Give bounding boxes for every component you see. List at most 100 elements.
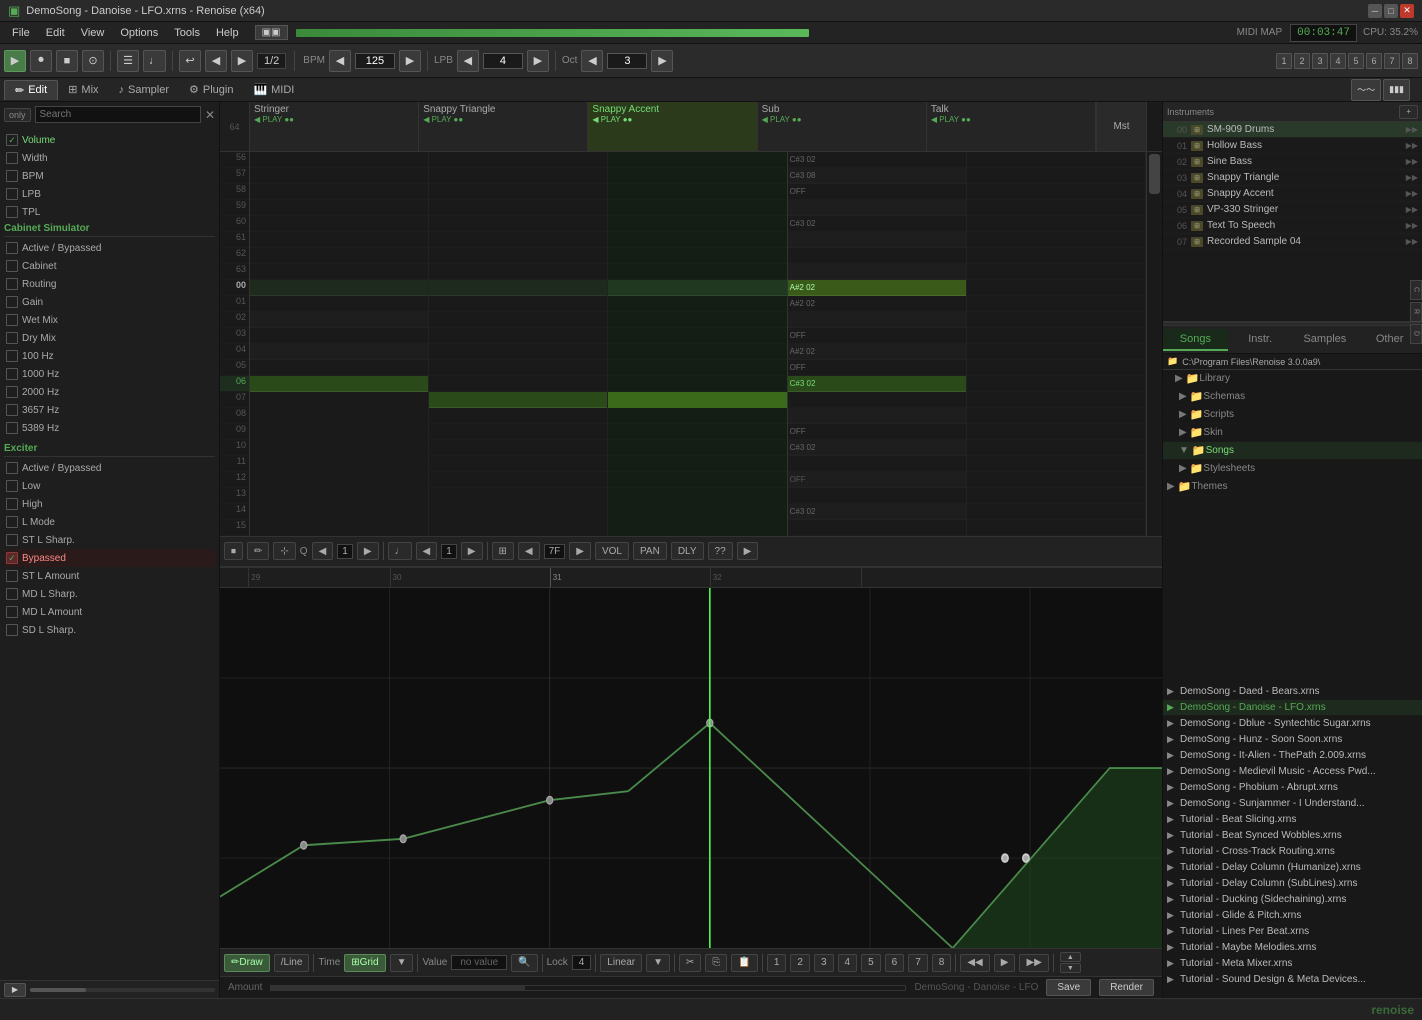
- sub-row-62[interactable]: [788, 248, 966, 264]
- instr-item-06[interactable]: 06 ⊞ Text To Speech ▶▶: [1163, 218, 1422, 234]
- ch-snappy-accent[interactable]: Snappy Accent ◀ PLAY ●●: [588, 102, 757, 151]
- song-dblue[interactable]: ▶ DemoSong - Dblue - Syntechtic Sugar.xr…: [1163, 716, 1422, 732]
- maximize-button[interactable]: □: [1384, 4, 1398, 18]
- menu-edit[interactable]: Edit: [38, 25, 73, 41]
- stringer-row-03[interactable]: [250, 328, 428, 344]
- lpb-down-button[interactable]: ◀: [457, 50, 479, 72]
- st-l-sharp-checkbox[interactable]: [6, 534, 18, 546]
- tab-plugin[interactable]: ⚙ Plugin: [179, 80, 243, 99]
- wet-mix-checkbox[interactable]: [6, 314, 18, 326]
- tpl-checkbox[interactable]: [6, 206, 18, 218]
- track-btn-6[interactable]: 6: [1366, 53, 1382, 69]
- sub-row-00[interactable]: A#2 02: [788, 280, 966, 296]
- cab-active-checkbox[interactable]: [6, 242, 18, 254]
- md-l-amount-checkbox[interactable]: [6, 606, 18, 618]
- volume-checkbox[interactable]: ✓: [6, 134, 18, 146]
- fb-stylesheets[interactable]: ▶ 📁 Stylesheets: [1163, 460, 1422, 478]
- song-glide[interactable]: ▶ Tutorial - Glide & Pitch.xrns: [1163, 908, 1422, 924]
- sub-row-07[interactable]: [788, 392, 966, 408]
- beat-2-btn[interactable]: 2: [790, 954, 810, 972]
- pe-loop-btn[interactable]: ⏹: [224, 542, 243, 560]
- sub-row-06[interactable]: C#3 02: [788, 376, 966, 392]
- sub-row-02[interactable]: [788, 312, 966, 328]
- stringer-row-01[interactable]: [250, 296, 428, 312]
- stringer-row-06[interactable]: [250, 376, 428, 392]
- fb-songs[interactable]: ▼ 📁 Songs: [1163, 442, 1422, 460]
- track-btn-5[interactable]: 5: [1348, 53, 1364, 69]
- param-st-l-sharp[interactable]: ST L Sharp.: [4, 531, 215, 549]
- cabinet-checkbox[interactable]: [6, 260, 18, 272]
- l-mode-checkbox[interactable]: [6, 516, 18, 528]
- beat-5-btn[interactable]: 5: [861, 954, 881, 972]
- param-st-l-amount[interactable]: ST L Amount: [4, 567, 215, 585]
- menu-file[interactable]: File: [4, 25, 38, 41]
- fb-library[interactable]: ▶ 📁 Library: [1163, 370, 1422, 388]
- sub-row-56[interactable]: C#3 02: [788, 152, 966, 168]
- param-bypassed[interactable]: ✓ Bypassed: [4, 549, 215, 567]
- side-btn-d[interactable]: D: [1410, 324, 1422, 344]
- ch-sub[interactable]: Sub ◀ PLAY ●●: [758, 102, 927, 151]
- sub-row-08[interactable]: [788, 408, 966, 424]
- instr-add-btn[interactable]: +: [1399, 105, 1418, 119]
- song-maybemelodies[interactable]: ▶ Tutorial - Maybe Melodies.xrns: [1163, 940, 1422, 956]
- param-2000hz[interactable]: 2000 Hz: [4, 383, 215, 401]
- beat-1-btn[interactable]: 1: [767, 954, 787, 972]
- side-btn-r[interactable]: R: [1410, 302, 1422, 322]
- pe-step-down2[interactable]: ◀: [518, 542, 540, 560]
- exc-active-checkbox[interactable]: [6, 462, 18, 474]
- grid-button[interactable]: ⊞ Grid: [344, 954, 385, 972]
- lfo-play-btn[interactable]: ▶: [4, 983, 26, 997]
- draw-button[interactable]: ✏ Draw: [224, 954, 270, 972]
- menu-view[interactable]: View: [73, 25, 113, 41]
- track-btn-3[interactable]: 3: [1312, 53, 1328, 69]
- lfo-canvas[interactable]: [220, 588, 1162, 948]
- sub-row-59[interactable]: [788, 200, 966, 216]
- instr-item-01[interactable]: 01 ⊞ Hollow Bass ▶▶: [1163, 138, 1422, 154]
- 1000hz-checkbox[interactable]: [6, 368, 18, 380]
- menu-tools[interactable]: Tools: [166, 25, 208, 41]
- paste-btn[interactable]: 📋: [731, 954, 757, 972]
- grid-dropdown[interactable]: ▼: [390, 954, 414, 972]
- param-1000hz[interactable]: 1000 Hz: [4, 365, 215, 383]
- sub-row-01[interactable]: A#2 02: [788, 296, 966, 312]
- sub-row-05[interactable]: OFF: [788, 360, 966, 376]
- stringer-row-05[interactable]: [250, 360, 428, 376]
- song-crosstrack[interactable]: ▶ Tutorial - Cross-Track Routing.xrns: [1163, 844, 1422, 860]
- pe-extra-btn[interactable]: ??: [708, 542, 733, 560]
- param-l-mode[interactable]: L Mode: [4, 513, 215, 531]
- track-btn-1[interactable]: 1: [1276, 53, 1292, 69]
- fb-schemas[interactable]: ▶ 📁 Schemas: [1163, 388, 1422, 406]
- param-tpl[interactable]: TPL: [4, 203, 215, 221]
- sub-row-63[interactable]: [788, 264, 966, 280]
- 100hz-checkbox[interactable]: [6, 350, 18, 362]
- beat-7-btn[interactable]: 7: [908, 954, 928, 972]
- pe-edit-btn[interactable]: ✏: [247, 542, 269, 560]
- sub-row-57[interactable]: C#3 08: [788, 168, 966, 184]
- pe-scrollbar-v[interactable]: [1146, 102, 1162, 151]
- oct-value[interactable]: 3: [607, 53, 647, 69]
- instr-item-00[interactable]: 00 ⊞ SM-909 Drums ▶▶: [1163, 122, 1422, 138]
- param-sd-l-sharp[interactable]: SD L Sharp.: [4, 621, 215, 639]
- sub-row-12[interactable]: OFF: [788, 472, 966, 488]
- tab-mix[interactable]: ⊞ Mix: [58, 80, 108, 99]
- play-button[interactable]: ▶: [4, 50, 26, 72]
- close-button[interactable]: ✕: [1400, 4, 1414, 18]
- song-delaysublines[interactable]: ▶ Tutorial - Delay Column (SubLines).xrn…: [1163, 876, 1422, 892]
- pe-sel-btn[interactable]: ⊹: [273, 542, 295, 560]
- stop-button[interactable]: ■: [56, 50, 78, 72]
- param-5389hz[interactable]: 5389 Hz: [4, 419, 215, 437]
- menu-help[interactable]: Help: [208, 25, 247, 41]
- instr-item-02[interactable]: 02 ⊞ Sine Bass ▶▶: [1163, 154, 1422, 170]
- bypassed-checkbox[interactable]: ✓: [6, 552, 18, 564]
- param-exc-active[interactable]: Active / Bypassed: [4, 459, 215, 477]
- stringer-row-02[interactable]: [250, 312, 428, 328]
- param-volume[interactable]: ✓ Volume: [4, 131, 215, 149]
- beat-3-btn[interactable]: 3: [814, 954, 834, 972]
- song-metamixer[interactable]: ▶ Tutorial - Meta Mixer.xrns: [1163, 956, 1422, 972]
- minimize-button[interactable]: ─: [1368, 4, 1382, 18]
- instr-item-07[interactable]: 07 ⊞ Recorded Sample 04 ▶▶: [1163, 234, 1422, 250]
- pe-vscroll[interactable]: [1146, 152, 1162, 536]
- record-button[interactable]: ⏺: [30, 50, 52, 72]
- linear-dropdown[interactable]: ▼: [646, 954, 670, 972]
- sub-row-03[interactable]: OFF: [788, 328, 966, 344]
